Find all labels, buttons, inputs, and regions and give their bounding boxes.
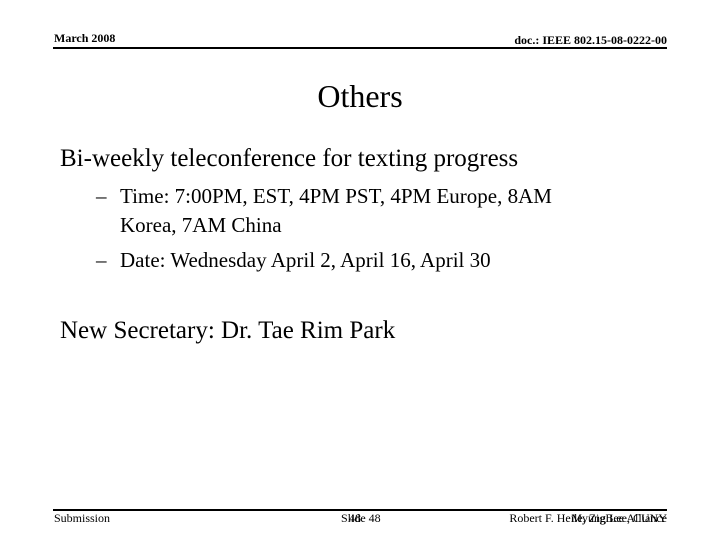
- sub-bullet-time-text: Time: 7:00PM, EST, 4PM PST, 4PM Europe, …: [120, 184, 552, 208]
- sub-bullet-time-cont: Korea, 7AM China: [120, 213, 282, 237]
- dash-marker: –: [96, 184, 107, 208]
- header-date: March 2008: [54, 31, 116, 45]
- bullet-secretary: New Secretary: Dr. Tae Rim Park: [60, 317, 396, 344]
- slide-title: Others: [317, 78, 403, 114]
- header-doc-id: doc.: IEEE 802.15-08-0222-00: [514, 33, 667, 47]
- header-rule: [53, 47, 667, 49]
- footer-authors: Robert F. Heile, ZigBee Alliance Myung L…: [497, 511, 667, 527]
- footer-slide-overlap: 48: [349, 511, 361, 525]
- sub-bullet-date-text: Date: Wednesday April 2, April 16, April…: [120, 248, 491, 272]
- sub-bullet-date: – Date: Wednesday April 2, April 16, Apri…: [96, 248, 491, 273]
- footer-author-b: Myung Lee, CUNY: [571, 511, 667, 525]
- footer-slide-number: Slide 48 48: [341, 511, 401, 527]
- dash-marker: –: [96, 248, 107, 272]
- footer-submission: Submission: [54, 511, 111, 525]
- sub-bullet-time: – Time: 7:00PM, EST, 4PM PST, 4PM Europe,…: [96, 184, 552, 209]
- bullet-teleconference: Bi-weekly teleconference for texting pro…: [60, 145, 519, 172]
